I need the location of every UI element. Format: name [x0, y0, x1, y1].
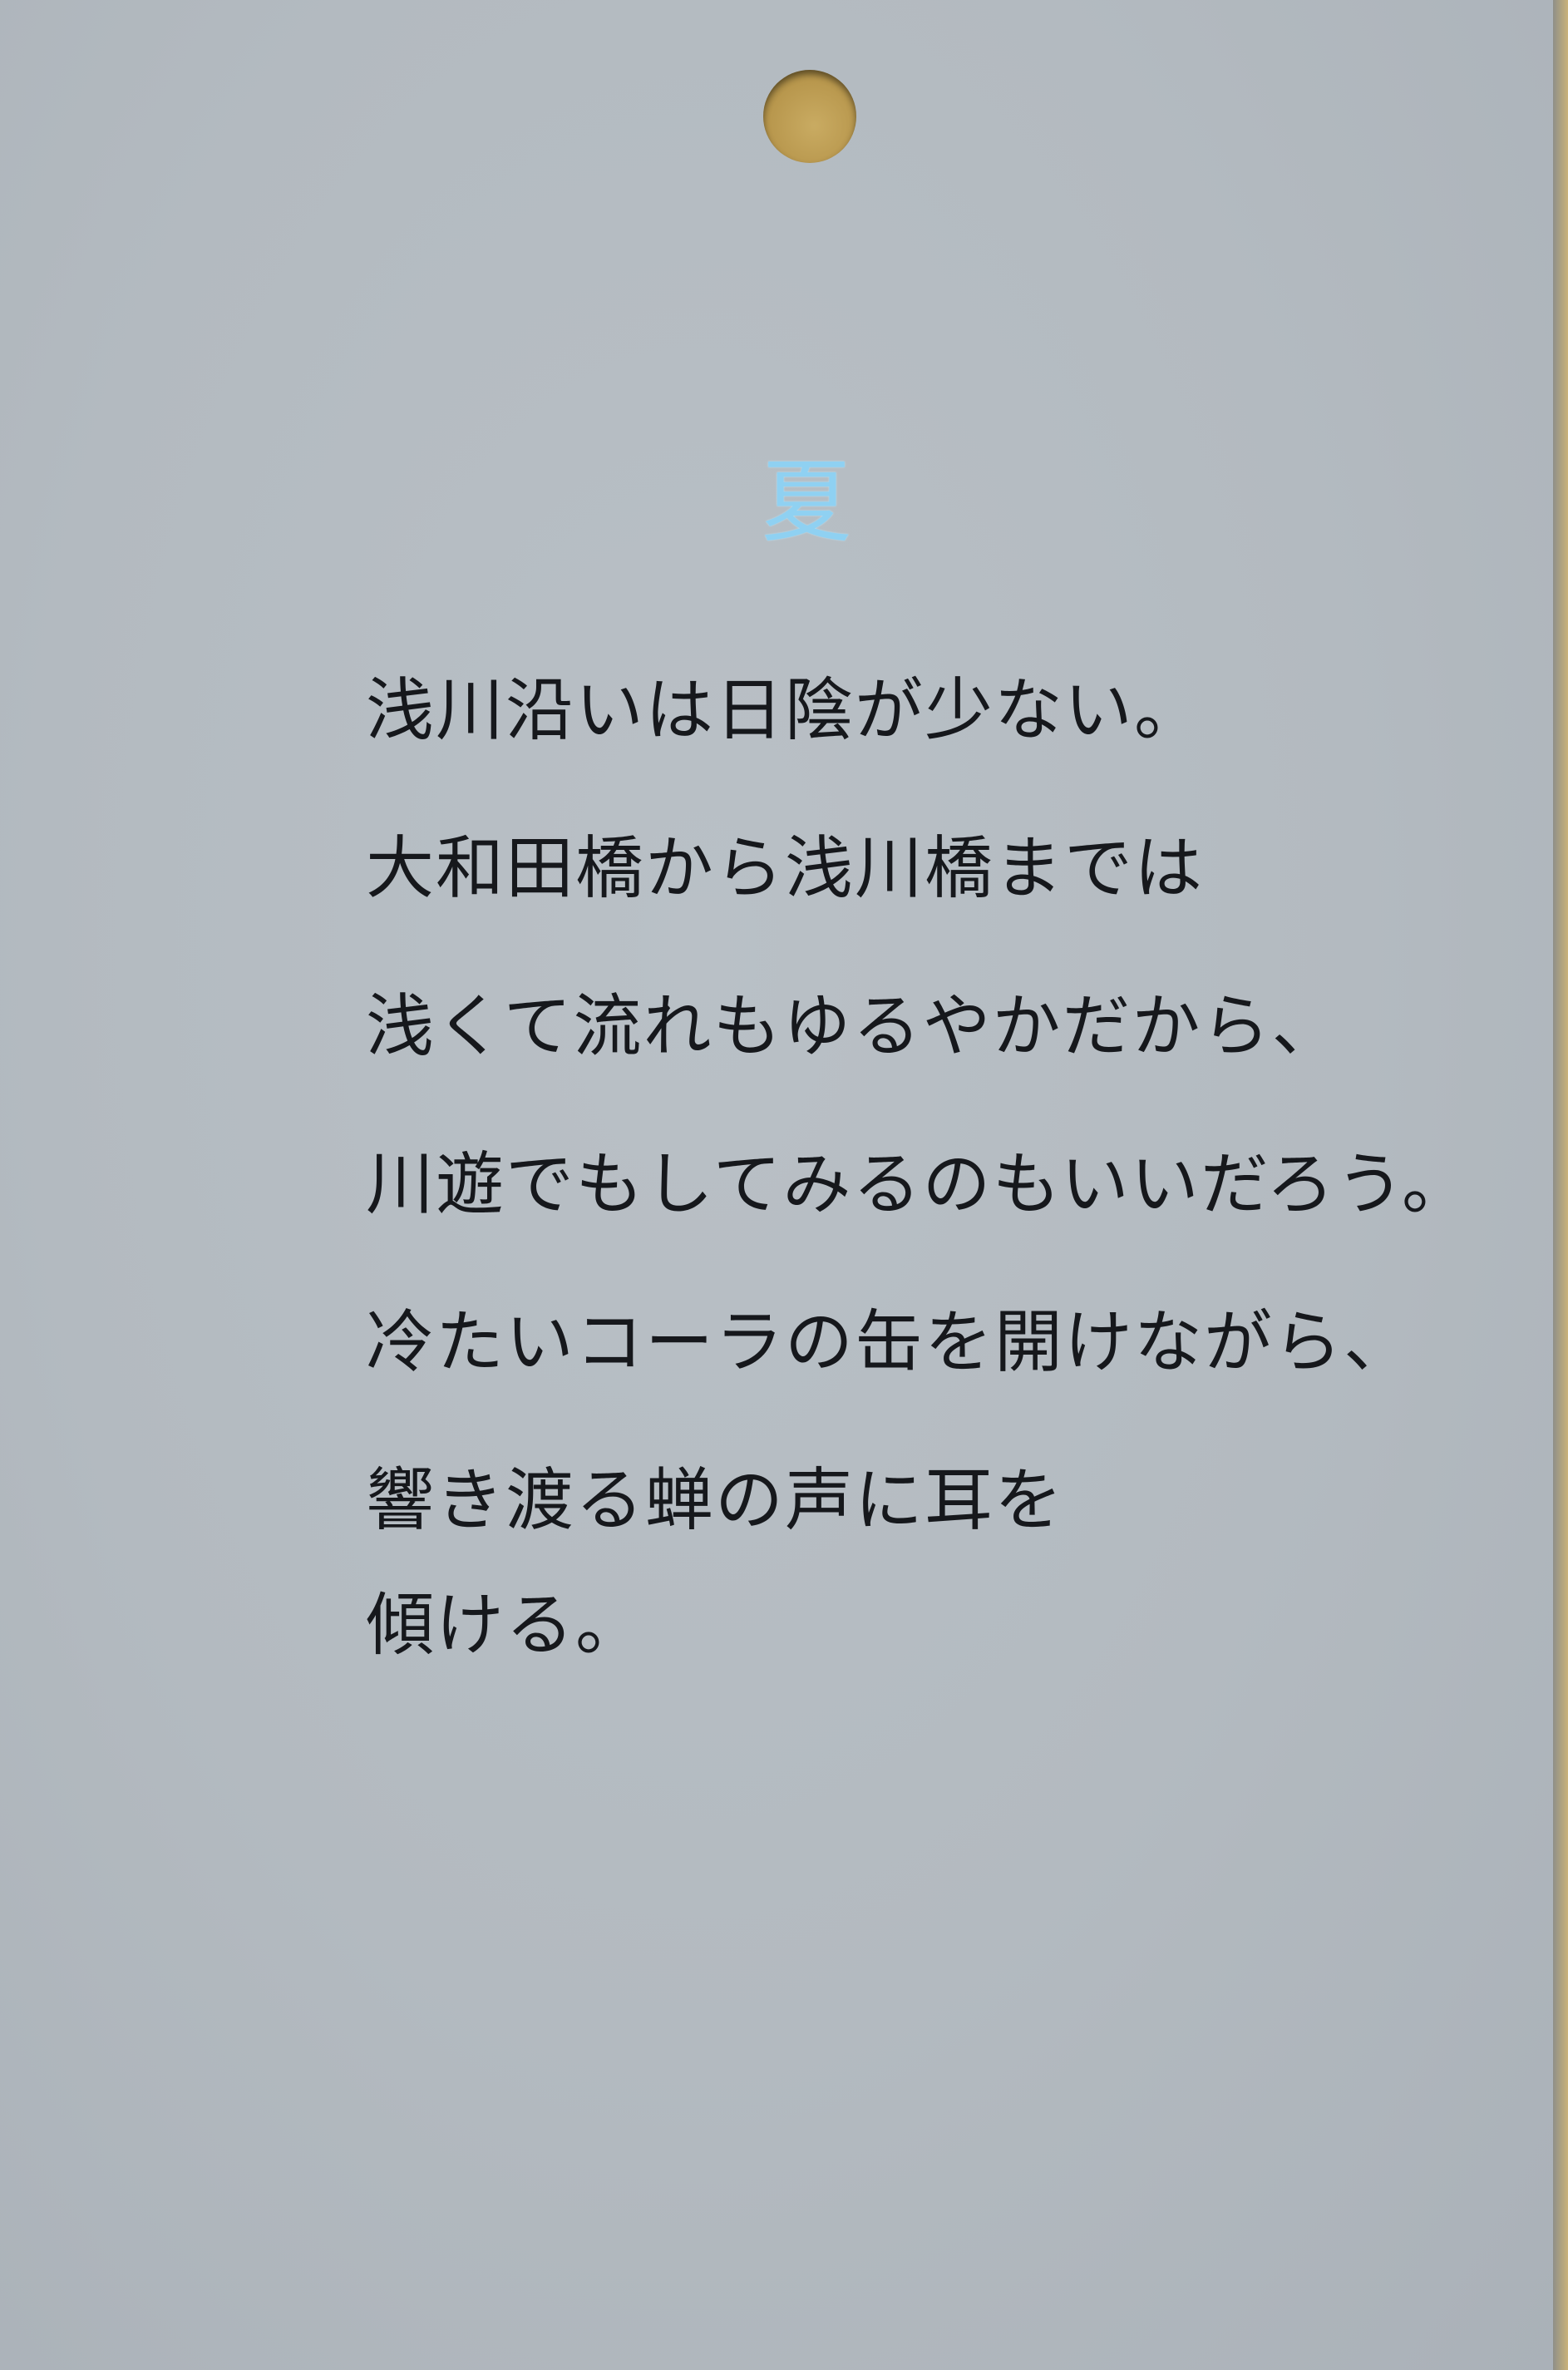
- text-line: 響き渡る蝉の声に耳を: [366, 1461, 1065, 1540]
- text-line: 川遊でもしてみるのもいいだろう。: [366, 1145, 1472, 1224]
- text-line: 浅川沿いは日陰が少ない。: [366, 671, 1205, 750]
- text-line: 傾ける。: [366, 1586, 646, 1665]
- text-line: 浅くて流れもゆるやかだから、: [366, 987, 1342, 1066]
- season-title: 夏: [761, 451, 851, 555]
- memo-card: 夏 浅川沿いは日陰が少ない。 大和田橋から浅川橋までは 浅くて流れもゆるやかだか…: [0, 0, 1553, 2370]
- table-surface: [1553, 0, 1568, 2370]
- text-line: 大和田橋から浅川橋までは: [366, 829, 1205, 908]
- punch-hole: [763, 70, 856, 163]
- handwritten-text: 浅川沿いは日陰が少ない。 大和田橋から浅川橋までは 浅くて流れもゆるやかだから、…: [366, 649, 1472, 1721]
- text-line: 冷たいコーラの缶を開けながら、: [366, 1303, 1414, 1382]
